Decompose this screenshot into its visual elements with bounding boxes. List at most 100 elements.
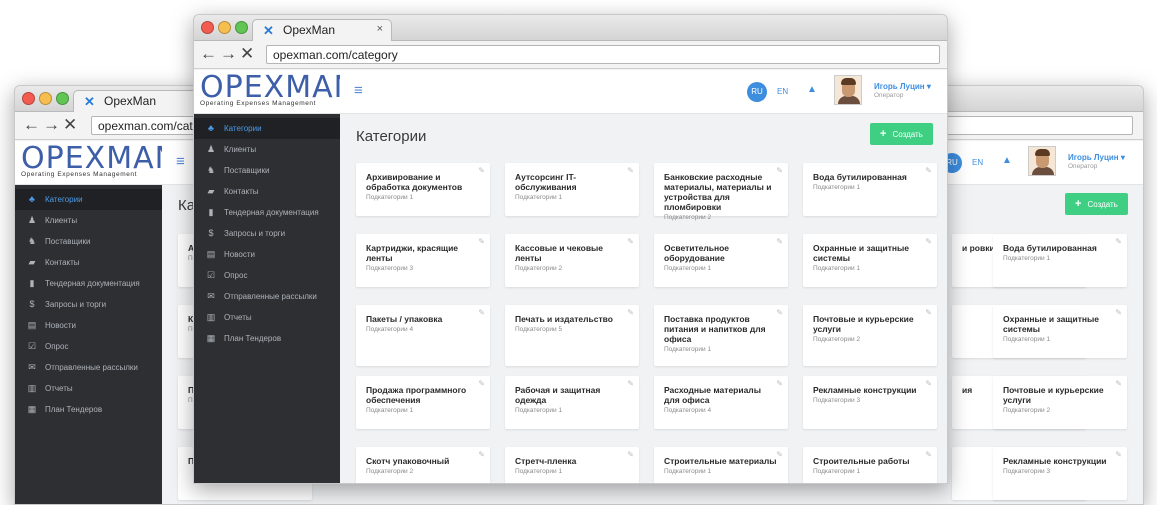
sidebar-item[interactable]: ▮ Тендерная документация (194, 202, 340, 223)
bell-icon[interactable]: ▲ (807, 84, 817, 95)
category-card[interactable]: ✎ Аутсорсинг IT-обслуживания Подкатегории … (505, 163, 639, 216)
sidebar-item[interactable]: ▰ Контакты (15, 252, 162, 273)
sidebar-item[interactable]: ♞ Поставщики (194, 160, 340, 181)
pencil-icon[interactable]: ✎ (925, 308, 932, 317)
pencil-icon[interactable]: ✎ (1115, 308, 1122, 317)
sidebar-item[interactable]: ♞ Поставщики (15, 231, 162, 252)
lang-en-button[interactable]: EN (972, 158, 983, 167)
menu-toggle-icon[interactable]: ≡ (176, 153, 185, 170)
stop-icon[interactable]: ✕ (240, 44, 254, 64)
sidebar-item[interactable]: ☑ Опрос (15, 336, 162, 357)
pencil-icon[interactable]: ✎ (776, 166, 783, 175)
sidebar-item[interactable]: ♟ Клиенты (15, 210, 162, 231)
pencil-icon[interactable]: ✎ (627, 379, 634, 388)
pencil-icon[interactable]: ✎ (627, 237, 634, 246)
pencil-icon[interactable]: ✎ (478, 308, 485, 317)
browser-tab[interactable]: ✕ OpexMan (73, 90, 213, 112)
pencil-icon[interactable]: ✎ (478, 379, 485, 388)
minimize-window-button[interactable] (39, 92, 52, 105)
sidebar-item[interactable]: ✉ Отправленные рассылки (15, 357, 162, 378)
forward-arrow-icon[interactable]: → (220, 44, 237, 64)
lang-ru-button[interactable]: RU (747, 82, 767, 102)
pencil-icon[interactable]: ✎ (627, 308, 634, 317)
sidebar-item[interactable]: ▤ Новости (15, 315, 162, 336)
lang-en-button[interactable]: EN (777, 87, 788, 96)
bell-icon[interactable]: ▲ (1002, 155, 1012, 166)
category-card[interactable]: ✎ Стретч-пленка Подкатегории 1 (505, 447, 639, 483)
create-button[interactable]: + Создать (1065, 193, 1128, 215)
category-card[interactable]: ✎ Охранные и защитные системы Подкатегории… (993, 305, 1127, 358)
category-card[interactable]: ✎ Строительные работы Подкатегории 1 (803, 447, 937, 483)
sidebar-item[interactable]: ▥ Отчеты (194, 307, 340, 328)
browser-tab[interactable]: ✕ OpexMan × (252, 19, 392, 41)
category-card[interactable]: ✎ Скотч упаковочный Подкатегории 2 (356, 447, 490, 483)
category-card[interactable]: ✎ Расходные материалы для офиса Подкатегор… (654, 376, 788, 429)
category-card[interactable]: ✎ Рабочая и защитная одежда Подкатегории 1 (505, 376, 639, 429)
category-card[interactable]: ✎ Вода бутилированная Подкатегории 1 (803, 163, 937, 216)
category-card[interactable]: ✎ Банковские расходные материалы, материа… (654, 163, 788, 221)
category-card[interactable]: ✎ Пакеты / упаковка Подкатегории 4 (356, 305, 490, 366)
pencil-icon[interactable]: ✎ (925, 450, 932, 459)
create-button[interactable]: + Создать (870, 123, 933, 145)
sidebar-item[interactable]: ✉ Отправленные рассылки (194, 286, 340, 307)
back-arrow-icon[interactable]: ← (200, 44, 217, 64)
close-window-button[interactable] (201, 21, 214, 34)
category-card[interactable]: ✎ Кассовые и чековые ленты Подкатегории 2 (505, 234, 639, 287)
back-arrow-icon[interactable]: ← (23, 115, 40, 135)
menu-toggle-icon[interactable]: ≡ (354, 82, 363, 99)
pencil-icon[interactable]: ✎ (776, 450, 783, 459)
category-card[interactable]: ✎ Охранные и защитные системы Подкатегории… (803, 234, 937, 287)
sidebar-item[interactable]: ♟ Клиенты (194, 139, 340, 160)
sidebar-item[interactable]: ♣ Категории (15, 189, 162, 210)
category-card[interactable]: ✎ Рекламные конструкции Подкатегории 3 (993, 447, 1127, 500)
category-card[interactable]: ✎ Печать и издательство Подкатегории 5 (505, 305, 639, 366)
category-card[interactable]: ✎ Продажа программного обеспечения Подкате… (356, 376, 490, 429)
pencil-icon[interactable]: ✎ (478, 166, 485, 175)
tab-close-icon[interactable]: × (377, 23, 383, 35)
pencil-icon[interactable]: ✎ (1115, 379, 1122, 388)
plus-icon: + (1075, 198, 1082, 210)
sidebar-item[interactable]: ☑ Опрос (194, 265, 340, 286)
category-card[interactable]: ✎ Вода бутилированная Подкатегории 1 (993, 234, 1127, 287)
category-card[interactable]: ✎ Рекламные конструкции Подкатегории 3 (803, 376, 937, 429)
pencil-icon[interactable]: ✎ (478, 450, 485, 459)
pencil-icon[interactable]: ✎ (925, 379, 932, 388)
sidebar-item[interactable]: ▮ Тендерная документация (15, 273, 162, 294)
category-card[interactable]: ✎ Осветительное оборудование Подкатегории … (654, 234, 788, 287)
sidebar-item[interactable]: ♣ Категории (194, 118, 340, 139)
stop-icon[interactable]: ✕ (63, 115, 77, 135)
sidebar-item[interactable]: ▦ План Тендеров (15, 399, 162, 420)
sidebar-item[interactable]: ▰ Контакты (194, 181, 340, 202)
url-bar[interactable]: opexman.com/category (266, 45, 940, 64)
pencil-icon[interactable]: ✎ (627, 450, 634, 459)
sidebar-item[interactable]: ▥ Отчеты (15, 378, 162, 399)
category-card[interactable]: ✎ Картриджи, красящие ленты Подкатегории 3 (356, 234, 490, 287)
sidebar-item[interactable]: $ Запросы и торги (194, 223, 340, 244)
avatar[interactable] (1028, 146, 1056, 176)
category-card[interactable]: ✎ Поставка продуктов питания и напитков д… (654, 305, 788, 366)
user-name[interactable]: Игорь Луцин ▾ (1068, 153, 1125, 162)
pencil-icon[interactable]: ✎ (925, 237, 932, 246)
forward-arrow-icon[interactable]: → (43, 115, 60, 135)
pencil-icon[interactable]: ✎ (627, 166, 634, 175)
close-window-button[interactable] (22, 92, 35, 105)
pencil-icon[interactable]: ✎ (776, 237, 783, 246)
category-card[interactable]: ✎ Архивирование и обработка документов Под… (356, 163, 490, 216)
pencil-icon[interactable]: ✎ (1115, 450, 1122, 459)
sidebar-item[interactable]: ▤ Новости (194, 244, 340, 265)
minimize-window-button[interactable] (218, 21, 231, 34)
pencil-icon[interactable]: ✎ (1115, 237, 1122, 246)
user-name[interactable]: Игорь Луцин ▾ (874, 82, 931, 91)
category-card[interactable]: ✎ Почтовые и курьерские услуги Подкатегори… (993, 376, 1127, 429)
sidebar-item[interactable]: ▦ План Тендеров (194, 328, 340, 349)
pencil-icon[interactable]: ✎ (925, 166, 932, 175)
avatar[interactable] (834, 75, 862, 105)
sidebar-item[interactable]: $ Запросы и торги (15, 294, 162, 315)
maximize-window-button[interactable] (56, 92, 69, 105)
category-card[interactable]: ✎ Почтовые и курьерские услуги Подкатегори… (803, 305, 937, 366)
maximize-window-button[interactable] (235, 21, 248, 34)
pencil-icon[interactable]: ✎ (776, 308, 783, 317)
category-card[interactable]: ✎ Строительные материалы Подкатегории 1 (654, 447, 788, 483)
pencil-icon[interactable]: ✎ (776, 379, 783, 388)
pencil-icon[interactable]: ✎ (478, 237, 485, 246)
